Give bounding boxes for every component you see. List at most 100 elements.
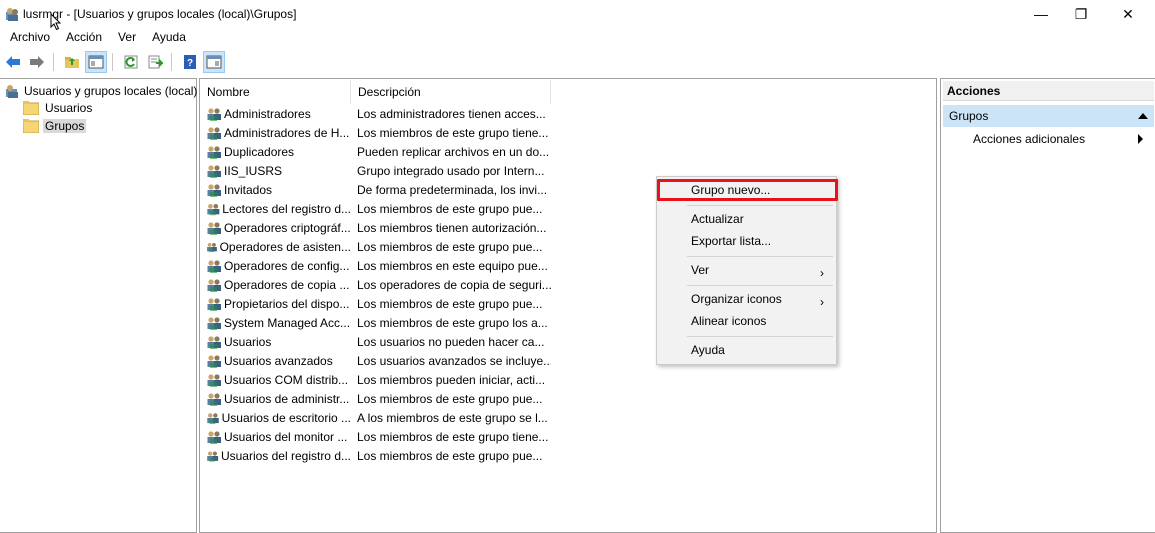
ctx-item-ver[interactable]: Ver › [657,260,836,280]
table-row[interactable]: Usuarios del registro d... Los miembros d… [200,446,936,465]
ctx-item-label: Actualizar [691,212,744,226]
more-actions-item[interactable]: Acciones adicionales [973,132,1153,146]
menu-bar: Archivo Acción Ver Ayuda [0,28,1155,48]
group-name: Usuarios de administr... [224,391,350,406]
group-description: Pueden replicar archivos en un do... [357,144,550,159]
ctx-item-actualizar[interactable]: Actualizar [657,209,836,229]
ctx-item-organizar-iconos[interactable]: Organizar iconos › [657,289,836,309]
refresh-button[interactable] [120,51,142,73]
toolbar-separator [112,53,113,71]
tree-item-label: Usuarios [45,100,93,115]
close-button[interactable]: ✕ [1105,0,1151,28]
up-one-level-button[interactable] [61,51,83,73]
more-actions-label: Acciones adicionales [973,132,1086,146]
ctx-item-grupo-nuevo[interactable]: Grupo nuevo... [657,180,836,200]
group-icon [207,412,219,424]
show-hide-action-pane-icon [206,55,222,69]
ctx-item-alinear-iconos[interactable]: Alinear iconos [657,311,836,331]
ctx-item-exportar-lista[interactable]: Exportar lista... [657,231,836,251]
group-icon [207,183,221,197]
maximize-button[interactable]: ❐ [1058,0,1104,28]
group-icon [207,278,221,292]
restore-icon: ❐ [1074,5,1088,22]
group-name: System Managed Acc... [224,315,351,330]
tree-item-usuarios[interactable]: Usuarios [23,99,94,116]
table-row[interactable]: Duplicadores Pueden replicar archivos en … [200,142,936,161]
menu-separator [687,285,833,286]
minimize-icon: — [1034,6,1048,22]
title-bar: lusrmgr - [Usuarios y grupos locales (lo… [0,0,1155,28]
back-button[interactable] [2,51,24,73]
group-icon [207,335,221,349]
show-hide-tree-button[interactable] [85,51,107,73]
collapse-caret-icon[interactable] [1138,113,1148,119]
group-description: Los miembros de este grupo pue... [357,296,543,311]
group-name: Operadores de asisten... [219,239,351,254]
forward-button[interactable] [26,51,48,73]
group-name: Usuarios COM distrib... [224,372,349,387]
show-hide-tree-icon [88,55,104,69]
actions-pane: Acciones Grupos Acciones adicionales [940,78,1155,533]
show-hide-action-pane-button[interactable] [203,51,225,73]
toolbar-separator [171,53,172,71]
group-description: Los miembros de este grupo tiene... [357,429,549,444]
table-row[interactable]: Administradores de H... Los miembros de e… [200,123,936,142]
console-tree-pane: Usuarios y grupos locales (local) Usuari… [0,78,197,533]
export-list-button[interactable] [144,51,166,73]
group-icon [207,242,217,252]
help-button[interactable]: ? [179,51,201,73]
svg-text:?: ? [187,58,193,69]
export-list-icon [148,55,163,69]
group-name-cell: Operadores criptográf... [200,220,351,236]
table-row[interactable]: Usuarios COM distrib... Los miembros pued… [200,370,936,389]
chevron-right-icon: › [820,266,824,280]
group-name-cell: Usuarios del registro d... [200,448,351,464]
folder-icon [23,118,39,133]
group-description: Los miembros de este grupo pue... [357,239,543,254]
tree-item-label: Grupos [43,118,87,133]
group-name: Usuarios del monitor ... [224,429,348,444]
menu-archivo[interactable]: Archivo [10,28,50,48]
tree-root-item[interactable]: Usuarios y grupos locales (local) [5,83,197,99]
column-header-descripcion[interactable]: Descripción [351,80,551,104]
forward-arrow-icon [30,56,44,68]
group-description: Los miembros de este grupo pue... [357,201,543,216]
column-header-nombre[interactable]: Nombre [200,80,351,104]
group-icon [207,164,221,178]
context-menu: Grupo nuevo... Actualizar Exportar lista… [656,176,838,365]
table-row[interactable]: Usuarios de administr... Los miembros de … [200,389,936,408]
table-row[interactable]: Administradores Los administradores tiene… [200,104,936,123]
group-icon [207,203,220,215]
menu-separator [687,205,833,206]
table-row[interactable]: Usuarios de escritorio ... A los miembros… [200,408,936,427]
back-arrow-icon [6,56,20,68]
tree-item-grupos[interactable]: Grupos [23,117,87,134]
group-name-cell: Usuarios avanzados [200,353,351,369]
group-name-cell: Usuarios de administr... [200,391,351,407]
group-name-cell: Operadores de asisten... [200,239,351,255]
group-name-cell: Operadores de copia ... [200,277,351,293]
group-name: Usuarios de escritorio ... [221,410,351,425]
group-icon [207,392,221,406]
group-description: Los usuarios avanzados se incluye... [357,353,551,368]
menu-separator [687,336,833,337]
up-folder-icon [65,57,79,68]
group-description: Los miembros de este grupo pue... [357,448,543,463]
group-name: Operadores de copia ... [224,277,350,292]
group-icon [207,297,221,311]
actions-group-grupos[interactable]: Grupos [943,105,1154,127]
group-description: Los usuarios no pueden hacer ca... [357,334,545,349]
folder-icon [23,100,39,115]
ctx-item-ayuda[interactable]: Ayuda [657,340,836,360]
group-name: Usuarios [224,334,272,349]
group-description: De forma predeterminada, los invi... [357,182,548,197]
table-row[interactable]: Usuarios del monitor ... Los miembros de … [200,427,936,446]
group-description: Los administradores tienen acces... [357,106,546,121]
menu-accion[interactable]: Acción [66,28,102,48]
actions-header: Acciones [943,81,1154,101]
menu-ver[interactable]: Ver [118,28,136,48]
menu-ayuda[interactable]: Ayuda [152,28,186,48]
group-description: Grupo integrado usado por Intern... [357,163,545,178]
group-name: Usuarios del registro d... [220,448,351,463]
group-name-cell: Usuarios [200,334,351,350]
